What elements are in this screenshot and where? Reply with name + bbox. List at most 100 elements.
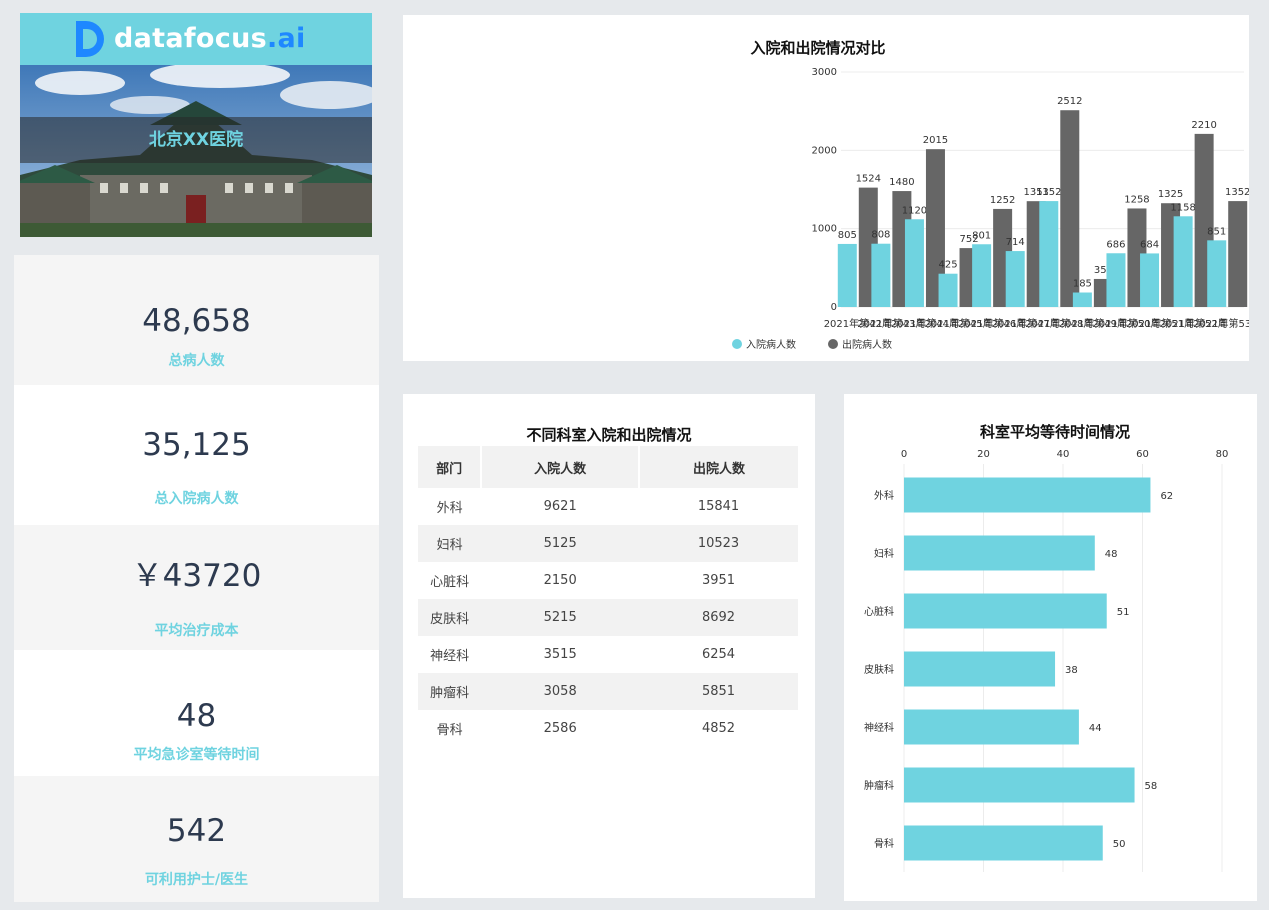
data-label: 48 [1105,549,1118,560]
y-tick-label: 3000 [812,67,837,78]
cell-discharged: 8692 [639,599,798,636]
brand-bar: datafocus.ai [20,13,372,65]
bar-admitted [904,219,924,307]
bar-admitted [1072,292,1092,307]
data-label: 50 [1113,839,1126,850]
kpi-total-patients: 48,658 总病人数 [14,255,379,385]
column-header-department[interactable]: 部门 [418,446,483,488]
x-tick-label: 2021年第53周 [1193,317,1249,330]
bar-admitted [1140,253,1160,307]
cell-admitted: 5215 [481,599,640,636]
y-tick-label: 2000 [812,145,837,156]
bar-admitted [1106,253,1126,307]
data-label: 1258 [1124,194,1149,205]
data-label: 1352 [1036,187,1061,198]
x-tick-label: 80 [1216,449,1229,460]
table-row: 妇科 5125 10523 [418,525,798,562]
cell-admitted: 3515 [481,636,640,673]
admission-discharge-bar-chart: 01000200030002021年第42周80515242021年第43周80… [732,67,1249,351]
cell-admitted: 9621 [481,488,640,525]
kpi-total-admitted: 35,125 总入院病人数 [14,385,379,525]
table-row: 骨科 2586 4852 [418,710,798,747]
wait-time-bar-chart: 0 20 40 60 80 外科 62 妇科 48 心脏科 51 皮肤科 38 神经科 44 肿瘤科 58 骨科 5… [864,449,1229,872]
legend-label: 入院病人数 [746,338,796,351]
data-label: 1524 [856,174,881,185]
data-label: 62 [1160,491,1173,502]
y-tick-label: 皮肤科 [864,663,894,676]
bar-discharged [1060,110,1080,307]
cell-discharged: 15841 [639,488,798,525]
table-header-row: 部门 入院人数 出院人数 [418,446,798,488]
x-tick-label: 60 [1136,449,1149,460]
bar-wait-time [904,825,1103,861]
column-header-discharged[interactable]: 出院人数 [639,446,798,488]
kpi-label: 总病人数 [168,353,225,369]
data-label: 44 [1089,723,1102,734]
cell-department: 外科 [418,488,482,525]
cell-discharged: 10523 [639,525,798,562]
x-tick-label: 40 [1057,449,1070,460]
table-row: 肿瘤科 3058 5851 [418,673,798,710]
kpi-label: 平均急诊室等待时间 [133,747,260,763]
brand-name-main: datafocus [114,23,267,54]
bar-wait-time [904,477,1151,513]
kpi-label: 可利用护士/医生 [144,872,249,888]
data-label: 1325 [1158,189,1183,200]
data-label: 2015 [923,135,948,146]
kpi-available-staff: 542 可利用护士/医生 [14,776,379,902]
y-tick-label: 骨科 [874,837,894,850]
data-label: 808 [871,230,890,241]
bar-admitted [1039,201,1059,307]
brand-name: datafocus.ai [114,19,306,59]
wait-time-chart-panel: 科室平均等待时间情况 0 20 40 60 80 外科 62 妇科 48 心脏科 51 皮肤科 38 神经… [844,394,1257,901]
kpi-avg-treatment-cost: ￥43720 平均治疗成本 [14,525,379,650]
y-tick-label: 神经科 [864,721,894,734]
cell-admitted: 2150 [481,562,640,599]
data-label: 801 [972,230,991,241]
cell-department: 肿瘤科 [418,673,482,710]
cell-discharged: 3951 [639,562,798,599]
brand-name-suffix: .ai [266,23,306,54]
cell-department: 妇科 [418,525,482,562]
bar-wait-time [904,535,1095,571]
bar-admitted [1173,216,1193,307]
kpi-value: 48,658 [142,303,251,339]
data-label: 1120 [902,205,927,216]
hospital-hero-image: 北京XX医院 [20,65,372,237]
datafocus-logo-icon [76,21,104,57]
data-label: 58 [1145,781,1158,792]
data-label: 1252 [990,195,1015,206]
table-title: 不同科室入院和出院情况 [526,426,692,444]
cell-discharged: 6254 [639,636,798,673]
column-header-admitted[interactable]: 入院人数 [481,446,641,488]
cell-department: 骨科 [418,710,482,747]
legend: 入院病人数 出院病人数 [732,338,892,351]
y-tick-label: 外科 [874,489,894,502]
data-label: 2210 [1191,120,1216,131]
kpi-value: 542 [166,813,227,849]
data-label: 851 [1207,226,1226,237]
bar-admitted [1005,251,1025,307]
bar-wait-time [904,651,1056,687]
table-row: 心脏科 2150 3951 [418,562,798,599]
data-label: 684 [1140,239,1159,250]
x-tick-label: 0 [901,449,907,460]
legend-label: 出院病人数 [842,338,892,351]
y-tick-label: 0 [831,302,837,313]
bar-admitted [972,244,992,307]
legend-marker [732,339,742,349]
cell-discharged: 4852 [639,710,798,747]
y-tick-label: 妇科 [874,547,894,560]
cell-admitted: 5125 [481,525,640,562]
table-row: 外科 9621 15841 [418,488,798,525]
data-label: 38 [1065,665,1078,676]
cell-admitted: 3058 [481,673,640,710]
data-label: 1158 [1170,202,1195,213]
kpi-avg-er-wait: 48 平均急诊室等待时间 [14,650,379,776]
data-label: 51 [1117,607,1130,618]
bar-wait-time [904,593,1107,629]
department-table: 部门 入院人数 出院人数 外科 9621 15841 妇科 5125 10523 心脏科 21… [418,446,798,747]
bar-admitted [871,243,891,307]
data-label: 686 [1106,239,1125,250]
y-tick-label: 1000 [812,224,837,235]
